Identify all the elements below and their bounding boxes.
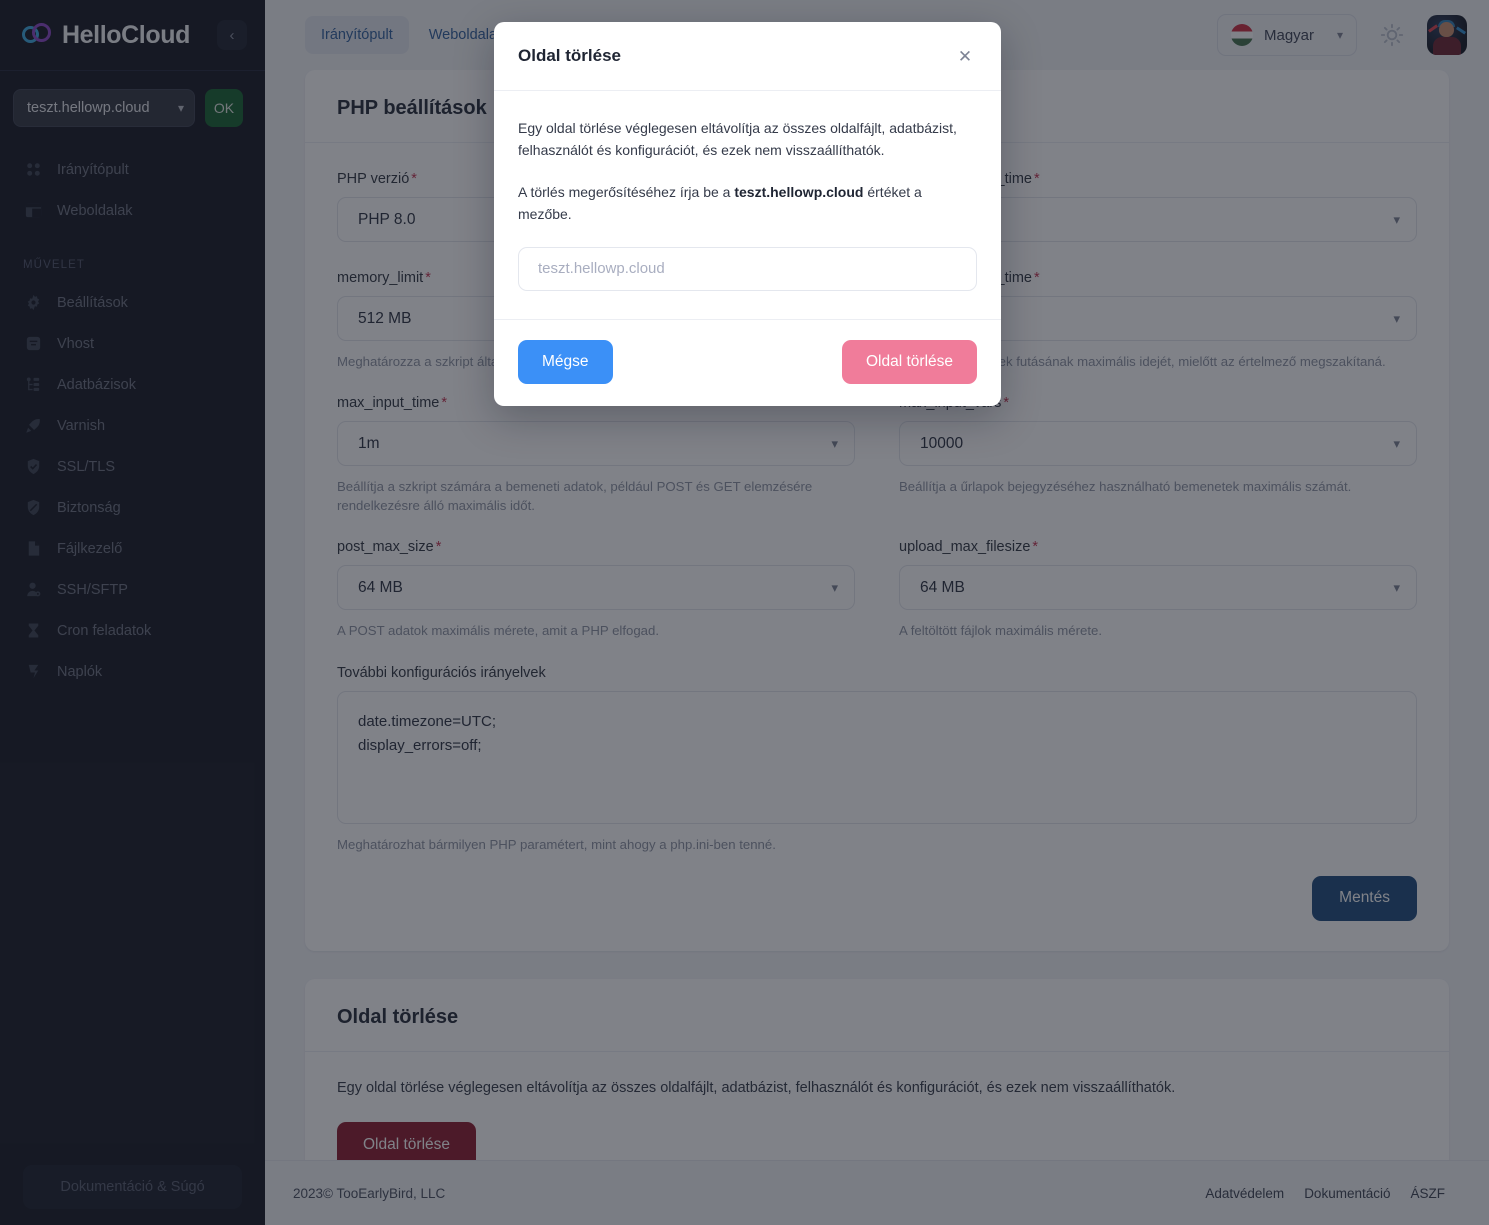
confirm-domain-input[interactable]: teszt.hellowp.cloud	[518, 246, 977, 291]
confirm-delete-button[interactable]: Oldal törlése	[841, 339, 977, 384]
close-icon[interactable]: ✕	[954, 45, 976, 67]
confirm-prefix: A törlés megerősítéséhez írja be a	[518, 183, 735, 200]
modal-header: Oldal törlése ✕	[494, 22, 1001, 90]
modal-paragraph-confirm: A törlés megerősítéséhez írja be a teszt…	[518, 181, 977, 226]
modal-body: Egy oldal törlése véglegesen eltávolítja…	[494, 91, 1001, 319]
modal-paragraph-warning: Egy oldal törlése véglegesen eltávolítja…	[518, 120, 957, 159]
modal-title: Oldal törlése	[518, 46, 621, 65]
cancel-button[interactable]: Mégse	[518, 339, 613, 384]
modal-footer: Mégse Oldal törlése	[494, 320, 1001, 406]
delete-site-modal: Oldal törlése ✕ Egy oldal törlése végleg…	[494, 22, 1001, 406]
confirm-domain: teszt.hellowp.cloud	[734, 183, 864, 200]
app-root: HelloCloud ‹ teszt.hellowp.cloud ▾ OK Ir…	[0, 0, 1489, 1225]
